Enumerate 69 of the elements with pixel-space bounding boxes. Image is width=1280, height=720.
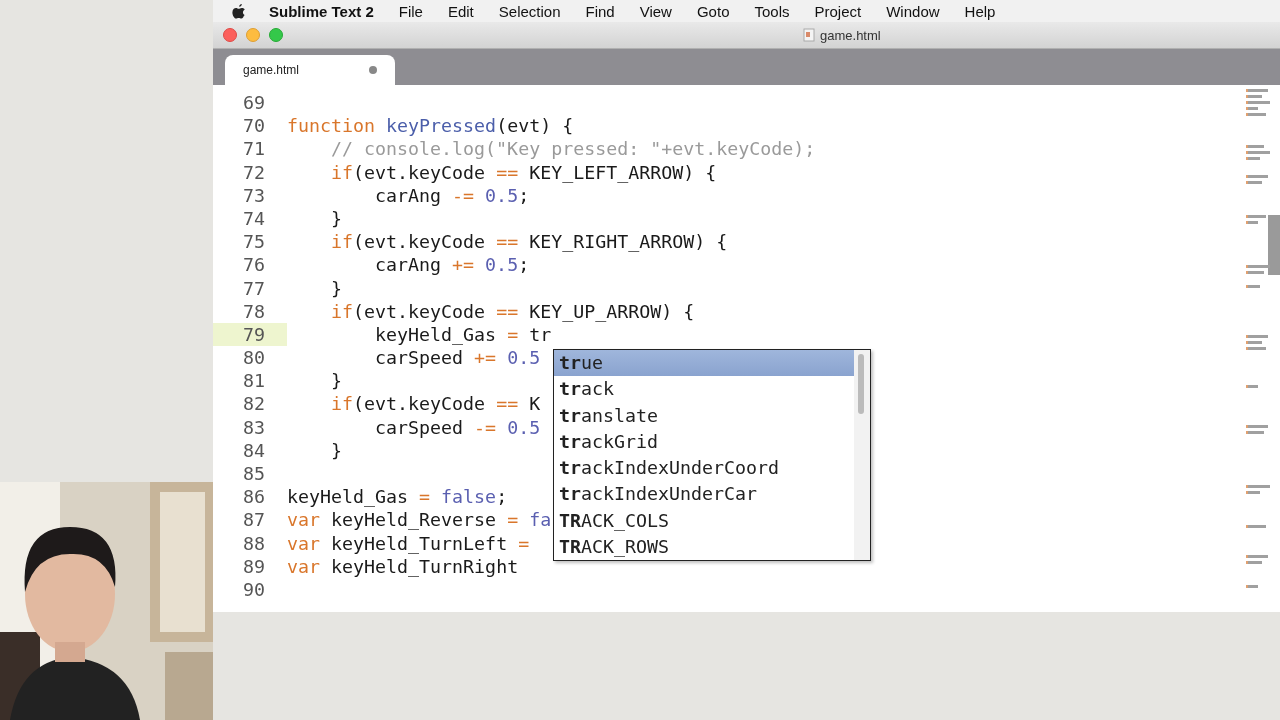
menu-item[interactable]: Window: [886, 2, 940, 20]
menu-item[interactable]: Tools: [754, 2, 790, 20]
line-number: 90: [242, 577, 266, 602]
line-number: 73: [242, 183, 266, 207]
menu-item[interactable]: Goto: [696, 2, 730, 20]
menu-item[interactable]: Selection: [498, 2, 561, 20]
window-title: game.html: [820, 27, 881, 43]
code-line: }: [330, 206, 343, 231]
tab[interactable]: game.html: [225, 55, 395, 85]
code-line: var keyHeld_Reverse = fa: [287, 508, 552, 532]
line-number: 79: [213, 322, 287, 347]
line-number: 77: [242, 276, 266, 300]
app-name[interactable]: Sublime Text 2: [269, 2, 374, 20]
code-line: var keyHeld_TurnRight: [287, 554, 519, 578]
code-line: keyHeld_Gas = tr: [374, 322, 552, 347]
zoom-button[interactable]: [269, 28, 283, 42]
scrollbar[interactable]: [854, 350, 870, 560]
autocomplete-item[interactable]: true: [554, 350, 854, 377]
code-line: if(evt.keyCode == KEY_UP_ARROW) {: [330, 299, 695, 323]
autocomplete-item[interactable]: TRACK_COLS: [554, 507, 854, 535]
menu-item[interactable]: Project: [814, 2, 862, 20]
menu-item[interactable]: File: [398, 2, 423, 20]
line-number: 74: [242, 206, 266, 231]
line-number: 83: [242, 415, 266, 439]
menu-item[interactable]: Help: [964, 2, 996, 20]
code-line: }: [330, 438, 343, 462]
line-number: 85: [242, 462, 266, 486]
menu-item[interactable]: View: [639, 2, 672, 20]
line-number: 75: [242, 230, 266, 254]
autocomplete-item[interactable]: TRACK_ROWS: [554, 534, 854, 561]
autocomplete-item[interactable]: trackGrid: [554, 428, 854, 456]
code-line: keyHeld_Gas = false;: [287, 485, 508, 509]
code-line: if(evt.keyCode == K: [330, 392, 541, 416]
code-line: var keyHeld_TurnLeft =: [287, 531, 530, 555]
line-number: 78: [242, 299, 266, 323]
minimize-button[interactable]: [246, 28, 260, 42]
apple-logo-icon[interactable]: [231, 2, 247, 20]
line-number: 81: [242, 369, 266, 393]
code-line: carSpeed -= 0.5: [374, 415, 541, 439]
line-number: 69: [242, 91, 266, 115]
autocomplete-item[interactable]: trackIndexUnderCoord: [554, 455, 854, 482]
line-number: 87: [242, 508, 266, 532]
autocomplete-item[interactable]: trackIndexUnderCar: [554, 481, 854, 508]
autocomplete-item[interactable]: track: [554, 376, 854, 403]
line-number: 88: [242, 531, 266, 555]
code-line: function keyPressed(evt) {: [287, 114, 574, 138]
line-number: 70: [242, 114, 266, 138]
close-button[interactable]: [223, 28, 237, 42]
code-line: if(evt.keyCode == KEY_RIGHT_ARROW) {: [330, 230, 728, 254]
line-number: 89: [242, 554, 266, 578]
code-line: }: [330, 369, 343, 393]
line-number: 72: [242, 160, 266, 184]
code-line: carAng -= 0.5;: [374, 183, 530, 207]
line-number: 84: [242, 438, 266, 462]
code-line: carAng += 0.5;: [374, 253, 530, 277]
file-icon: [803, 28, 815, 42]
code-line: carSpeed += 0.5: [374, 346, 541, 370]
tab-label: game.html: [243, 63, 300, 77]
line-number: 76: [242, 253, 266, 277]
autocomplete-item[interactable]: translate: [554, 402, 854, 429]
code-line: }: [330, 276, 343, 300]
line-number: 71: [242, 137, 266, 161]
menu-item[interactable]: Find: [585, 2, 615, 20]
line-number: 82: [242, 392, 266, 416]
line-number: 86: [242, 485, 266, 509]
code-line: if(evt.keyCode == KEY_LEFT_ARROW) {: [330, 160, 717, 184]
line-number: 80: [242, 346, 266, 370]
menu-item[interactable]: Edit: [447, 2, 474, 20]
code-line: // console.log("Key pressed: "+evt.keyCode);: [330, 137, 816, 161]
